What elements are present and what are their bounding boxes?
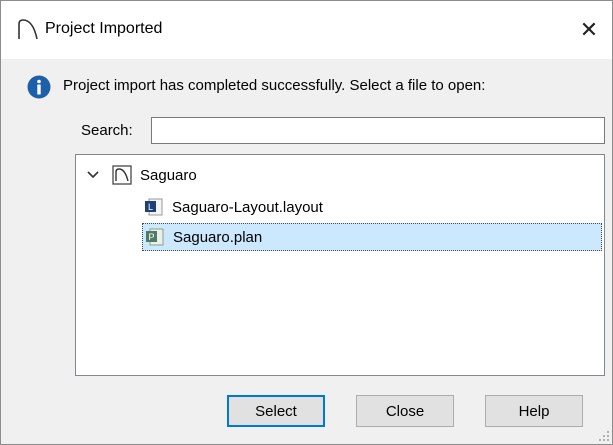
- select-button[interactable]: Select: [227, 395, 325, 427]
- svg-text:P: P: [148, 232, 154, 242]
- close-window-button[interactable]: ✕: [566, 1, 612, 59]
- title-bar: Project Imported ✕: [1, 1, 612, 59]
- close-button[interactable]: Close: [356, 395, 454, 427]
- tree-node-root[interactable]: Saguaro: [86, 161, 197, 189]
- layout-file-icon: L: [145, 198, 163, 216]
- help-button[interactable]: Help: [485, 395, 583, 427]
- status-message: Project import has completed successfull…: [63, 77, 486, 94]
- window-title: Project Imported: [45, 20, 163, 37]
- file-tree[interactable]: Saguaro L Saguaro-Layout.layout P Saguar…: [75, 154, 605, 376]
- tree-node-layout-file[interactable]: L Saguaro-Layout.layout: [144, 193, 323, 221]
- info-icon: [27, 75, 51, 99]
- tree-node-label: Saguaro-Layout.layout: [172, 198, 323, 216]
- project-folder-icon: [112, 165, 132, 185]
- app-logo-icon: [18, 19, 38, 40]
- close-icon: ✕: [579, 17, 599, 42]
- tree-node-plan-file[interactable]: P Saguaro.plan: [142, 223, 602, 251]
- resize-grip-icon[interactable]: [598, 430, 610, 442]
- tree-node-label: Saguaro: [140, 166, 197, 184]
- tree-node-label: Saguaro.plan: [173, 228, 263, 246]
- search-label: Search:: [81, 122, 133, 139]
- search-input[interactable]: [151, 117, 605, 144]
- svg-text:L: L: [148, 202, 153, 212]
- project-imported-dialog: Project Imported ✕ Project import has co…: [0, 0, 613, 445]
- plan-file-icon: P: [146, 228, 164, 246]
- chevron-down-icon[interactable]: [86, 168, 100, 182]
